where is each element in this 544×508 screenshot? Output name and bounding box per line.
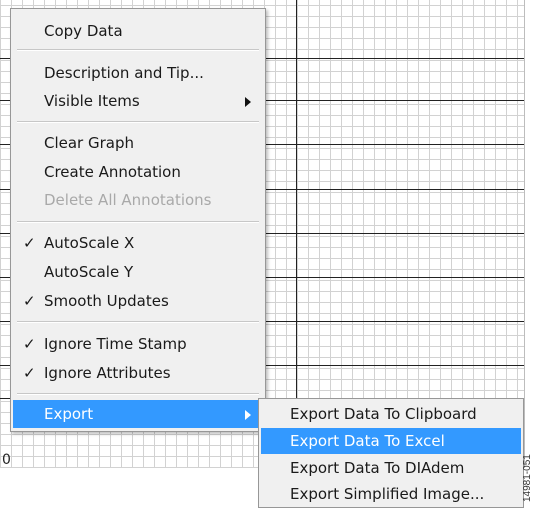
menu-item-label: Visible Items bbox=[44, 92, 140, 110]
menu-separator bbox=[17, 321, 259, 323]
menu-item-visible-items[interactable]: Visible Items bbox=[13, 87, 263, 115]
menu-item-description-and-tip[interactable]: Description and Tip... bbox=[13, 59, 263, 87]
menu-item-label: Delete All Annotations bbox=[44, 191, 212, 209]
menu-item-clear-graph[interactable]: Clear Graph bbox=[13, 129, 263, 157]
menu-item-label: Create Annotation bbox=[44, 163, 181, 181]
menu-item-autoscale-x[interactable]: ✓ AutoScale X bbox=[13, 229, 263, 257]
checkmark-icon: ✓ bbox=[23, 292, 36, 310]
submenu-item-label: Export Data To DIAdem bbox=[290, 459, 465, 477]
menu-item-label: AutoScale X bbox=[44, 234, 135, 252]
menu-item-autoscale-y[interactable]: AutoScale Y bbox=[13, 258, 263, 286]
submenu-item-export-to-excel[interactable]: Export Data To Excel bbox=[261, 428, 521, 454]
menu-item-label: Ignore Attributes bbox=[44, 364, 171, 382]
submenu-item-export-to-diadem[interactable]: Export Data To DIAdem bbox=[261, 455, 521, 481]
submenu-item-label: Export Simplified Image... bbox=[290, 485, 485, 503]
menu-item-label: AutoScale Y bbox=[44, 263, 134, 281]
menu-item-create-annotation[interactable]: Create Annotation bbox=[13, 158, 263, 186]
submenu-arrow-icon bbox=[245, 97, 251, 107]
submenu-item-export-to-clipboard[interactable]: Export Data To Clipboard bbox=[261, 401, 521, 427]
submenu-item-label: Export Data To Excel bbox=[290, 432, 445, 450]
menu-item-label: Smooth Updates bbox=[44, 292, 169, 310]
y-axis-tick-label: 0 bbox=[2, 452, 11, 468]
submenu-arrow-icon bbox=[245, 410, 251, 420]
graph-context-menu: Copy Data Description and Tip... Visible… bbox=[10, 8, 266, 432]
menu-item-export[interactable]: Export bbox=[13, 400, 263, 428]
submenu-item-label: Export Data To Clipboard bbox=[290, 405, 477, 423]
checkmark-icon: ✓ bbox=[23, 364, 36, 382]
menu-separator bbox=[17, 221, 259, 223]
menu-item-label: Export bbox=[44, 405, 94, 423]
menu-item-delete-all-annotations: Delete All Annotations bbox=[13, 186, 263, 214]
menu-item-ignore-attributes[interactable]: ✓ Ignore Attributes bbox=[13, 359, 263, 387]
export-submenu: Export Data To Clipboard Export Data To … bbox=[258, 398, 524, 508]
figure-id-label: 14981-051 bbox=[522, 454, 533, 502]
menu-separator bbox=[17, 49, 259, 51]
menu-item-label: Description and Tip... bbox=[44, 64, 204, 82]
menu-separator bbox=[17, 121, 259, 123]
checkmark-icon: ✓ bbox=[23, 335, 36, 353]
menu-item-copy-data[interactable]: Copy Data bbox=[13, 17, 263, 45]
menu-item-smooth-updates[interactable]: ✓ Smooth Updates bbox=[13, 287, 263, 315]
menu-separator bbox=[17, 393, 259, 395]
checkmark-icon: ✓ bbox=[23, 234, 36, 252]
menu-item-label: Clear Graph bbox=[44, 134, 135, 152]
menu-item-ignore-time-stamp[interactable]: ✓ Ignore Time Stamp bbox=[13, 330, 263, 358]
menu-item-label: Ignore Time Stamp bbox=[44, 335, 187, 353]
menu-item-label: Copy Data bbox=[44, 22, 123, 40]
submenu-item-export-simplified-image[interactable]: Export Simplified Image... bbox=[261, 481, 521, 507]
